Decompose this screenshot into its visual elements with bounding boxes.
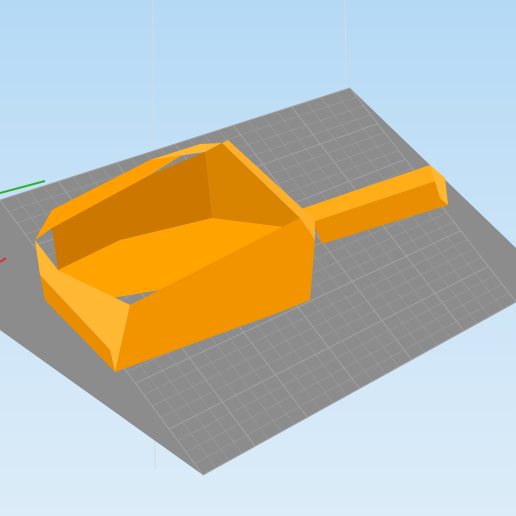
scene (0, 0, 516, 476)
guide-line-right (344, 0, 347, 81)
3d-viewport[interactable] (0, 0, 516, 516)
